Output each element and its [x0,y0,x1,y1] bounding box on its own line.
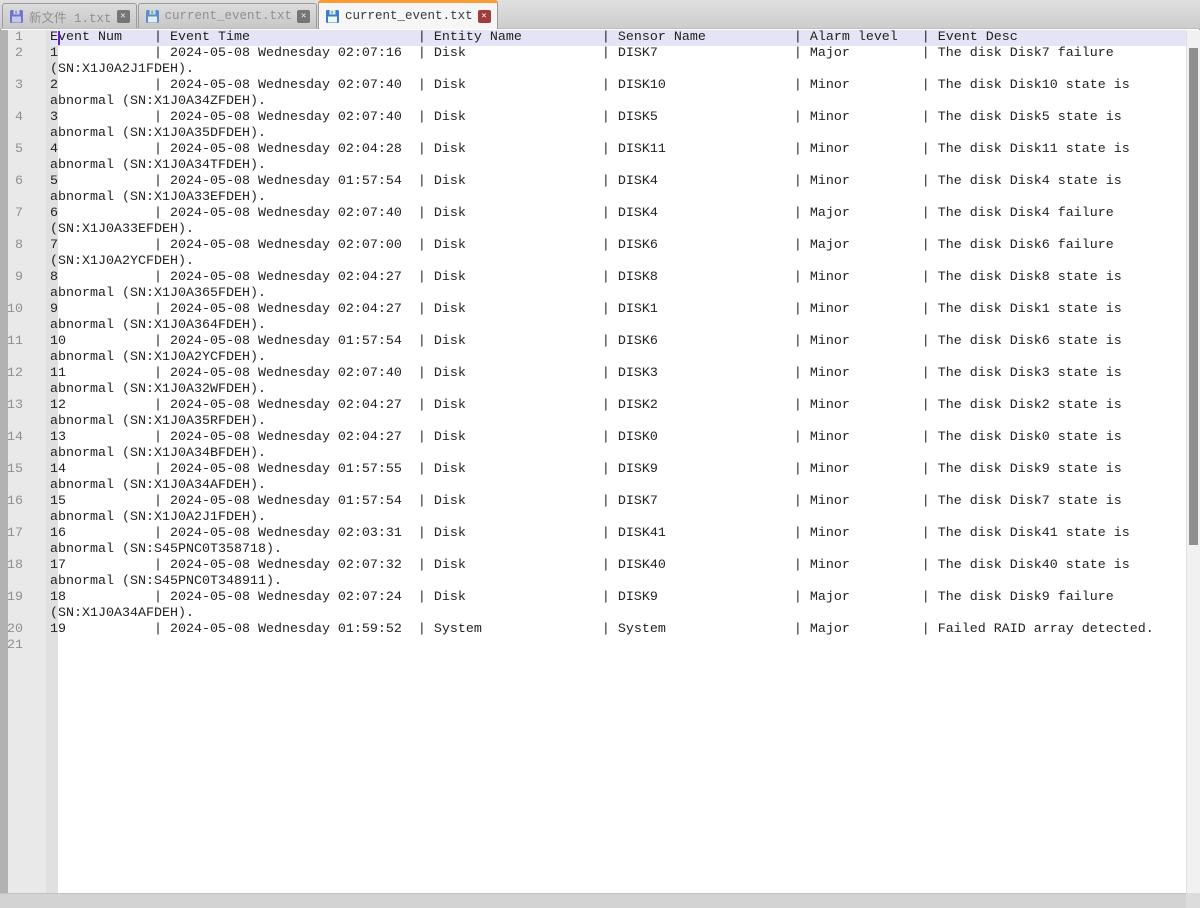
code-line[interactable]: 7 | 2024-05-08 Wednesday 02:07:00 | Disk… [50,238,1186,270]
tab-filename-label: current_event.txt [165,9,293,23]
vertical-scrollbar[interactable] [1186,30,1200,893]
line-number: 10 [0,302,50,318]
editor-line: 1716 | 2024-05-08 Wednesday 02:03:31 | D… [0,526,1186,558]
code-line[interactable]: Event Num | Event Time | Entity Name | S… [50,30,1186,46]
floppy-save-icon [325,9,340,24]
editor-line: 87 | 2024-05-08 Wednesday 02:07:00 | Dis… [0,238,1186,270]
line-number: 11 [0,334,50,350]
line-number: 14 [0,430,50,446]
line-number: 18 [0,558,50,574]
line-number: 21 [0,638,50,654]
line-number: 7 [0,206,50,222]
floppy-save-icon [145,9,160,24]
text-caret [58,31,60,45]
editor-line: 1615 | 2024-05-08 Wednesday 01:57:54 | D… [0,494,1186,526]
line-number: 1 [0,30,50,46]
line-number: 16 [0,494,50,510]
line-number: 19 [0,590,50,606]
code-line[interactable]: 17 | 2024-05-08 Wednesday 02:07:32 | Dis… [50,558,1186,590]
editor-tab[interactable]: current_event.txt ✕ [138,3,318,28]
editor-line: 1817 | 2024-05-08 Wednesday 02:07:32 | D… [0,558,1186,590]
code-line[interactable]: 19 | 2024-05-08 Wednesday 01:59:52 | Sys… [50,622,1186,638]
editor-line: 1Event Num | Event Time | Entity Name | … [0,30,1186,46]
line-number: 5 [0,142,50,158]
tab-close-icon[interactable]: ✕ [297,10,310,23]
tab-bar: 新文件 1.txt ✕ current_event.txt ✕ current_… [0,0,1200,29]
code-line[interactable]: 16 | 2024-05-08 Wednesday 02:03:31 | Dis… [50,526,1186,558]
editor-line: 21 | 2024-05-08 Wednesday 02:07:16 | Dis… [0,46,1186,78]
editor-line: 1312 | 2024-05-08 Wednesday 02:04:27 | D… [0,398,1186,430]
editor-lines: 1Event Num | Event Time | Entity Name | … [0,30,1186,654]
editor-line: 1918 | 2024-05-08 Wednesday 02:07:24 | D… [0,590,1186,622]
vertical-scrollbar-thumb[interactable] [1189,48,1198,545]
code-line[interactable]: 15 | 2024-05-08 Wednesday 01:57:54 | Dis… [50,494,1186,526]
code-line[interactable]: 12 | 2024-05-08 Wednesday 02:04:27 | Dis… [50,398,1186,430]
tab-filename-label: 新文件 1.txt [29,7,112,26]
line-number: 17 [0,526,50,542]
tab-close-icon[interactable]: ✕ [478,10,491,23]
code-line[interactable]: 11 | 2024-05-08 Wednesday 02:07:40 | Dis… [50,366,1186,398]
tab-close-icon[interactable]: ✕ [117,10,130,23]
tab-filename-label: current_event.txt [345,9,473,23]
code-line[interactable]: 13 | 2024-05-08 Wednesday 02:04:27 | Dis… [50,430,1186,462]
floppy-save-icon [9,9,24,24]
editor-line: 109 | 2024-05-08 Wednesday 02:04:27 | Di… [0,302,1186,334]
editor-line: 1413 | 2024-05-08 Wednesday 02:04:27 | D… [0,430,1186,462]
editor-line: 54 | 2024-05-08 Wednesday 02:04:28 | Dis… [0,142,1186,174]
code-line[interactable]: 8 | 2024-05-08 Wednesday 02:04:27 | Disk… [50,270,1186,302]
editor-line: 65 | 2024-05-08 Wednesday 01:57:54 | Dis… [0,174,1186,206]
line-number: 20 [0,622,50,638]
line-number: 15 [0,462,50,478]
code-line[interactable] [50,638,1186,654]
code-line[interactable]: 1 | 2024-05-08 Wednesday 02:07:16 | Disk… [50,46,1186,78]
code-line[interactable]: 6 | 2024-05-08 Wednesday 02:07:40 | Disk… [50,206,1186,238]
line-number: 3 [0,78,50,94]
line-number: 6 [0,174,50,190]
editor-line: 2019 | 2024-05-08 Wednesday 01:59:52 | S… [0,622,1186,638]
editor-tab[interactable]: 新文件 1.txt ✕ [2,3,137,28]
line-number: 4 [0,110,50,126]
line-number: 13 [0,398,50,414]
code-line[interactable]: 9 | 2024-05-08 Wednesday 02:04:27 | Disk… [50,302,1186,334]
code-line[interactable]: 5 | 2024-05-08 Wednesday 01:57:54 | Disk… [50,174,1186,206]
scrollbar-corner [1186,893,1200,908]
horizontal-scrollbar[interactable] [0,893,1200,908]
text-editor[interactable]: 1Event Num | Event Time | Entity Name | … [0,30,1186,893]
code-line[interactable]: 2 | 2024-05-08 Wednesday 02:07:40 | Disk… [50,78,1186,110]
code-line[interactable]: 3 | 2024-05-08 Wednesday 02:07:40 | Disk… [50,110,1186,142]
line-number: 12 [0,366,50,382]
editor-line: 1514 | 2024-05-08 Wednesday 01:57:55 | D… [0,462,1186,494]
editor-line: 43 | 2024-05-08 Wednesday 02:07:40 | Dis… [0,110,1186,142]
code-line[interactable]: 14 | 2024-05-08 Wednesday 01:57:55 | Dis… [50,462,1186,494]
editor-line: 32 | 2024-05-08 Wednesday 02:07:40 | Dis… [0,78,1186,110]
line-number: 2 [0,46,50,62]
editor-line: 76 | 2024-05-08 Wednesday 02:07:40 | Dis… [0,206,1186,238]
code-line[interactable]: 10 | 2024-05-08 Wednesday 01:57:54 | Dis… [50,334,1186,366]
code-line[interactable]: 4 | 2024-05-08 Wednesday 02:04:28 | Disk… [50,142,1186,174]
editor-line: 21 [0,638,1186,654]
editor-line: 98 | 2024-05-08 Wednesday 02:04:27 | Dis… [0,270,1186,302]
text-editor-window: 新文件 1.txt ✕ current_event.txt ✕ current_… [0,0,1200,908]
editor-line: 1110 | 2024-05-08 Wednesday 01:57:54 | D… [0,334,1186,366]
line-number: 8 [0,238,50,254]
editor-line: 1211 | 2024-05-08 Wednesday 02:07:40 | D… [0,366,1186,398]
line-number: 9 [0,270,50,286]
code-line[interactable]: 18 | 2024-05-08 Wednesday 02:07:24 | Dis… [50,590,1186,622]
editor-tab[interactable]: current_event.txt ✕ [318,0,498,29]
